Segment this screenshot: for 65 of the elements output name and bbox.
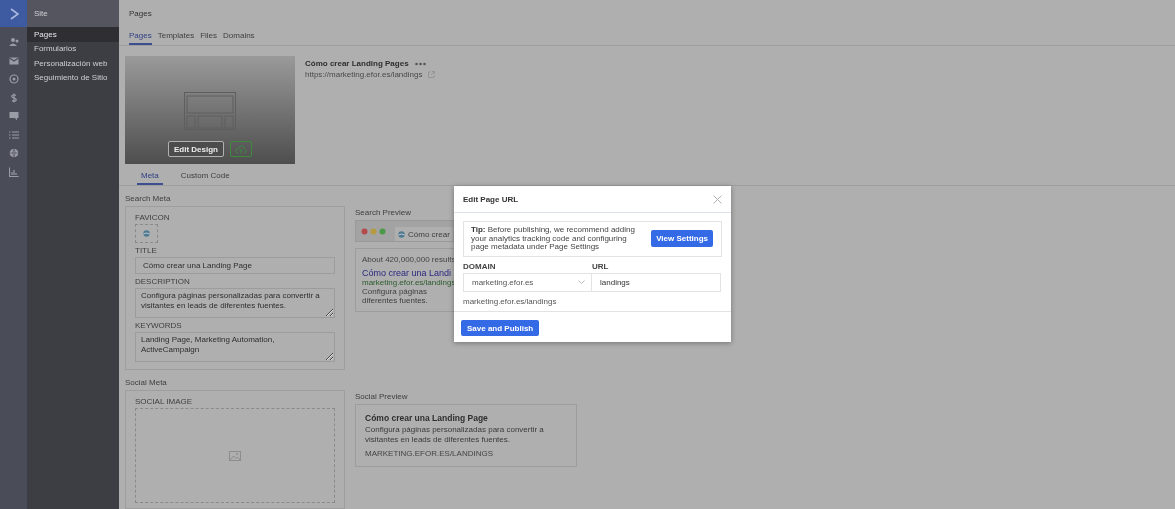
description-field[interactable]: Configura páginas personalizadas para convertir a visitantes en leads de diferentes fuentes.: [135, 288, 335, 318]
keywords-field[interactable]: Landing Page, Marketing Automation, ActiveCampaign: [135, 332, 335, 362]
result-description: diferentes fuentes.: [362, 296, 428, 305]
section-heading: Search Meta: [125, 194, 171, 203]
section-heading: Social Meta: [125, 378, 167, 387]
sidebar-section-title: Site: [27, 0, 119, 27]
domain-select[interactable]: marketing.efor.es: [463, 272, 592, 292]
globe-icon[interactable]: [8, 148, 19, 159]
list-icon[interactable]: [8, 129, 19, 140]
tab[interactable]: Domains: [223, 29, 255, 45]
mail-icon[interactable]: [8, 55, 19, 66]
close-icon[interactable]: [713, 194, 722, 204]
edit-design-button[interactable]: Edit Design: [168, 141, 224, 157]
globe-icon[interactable]: [143, 230, 150, 237]
field-label: FAVICON: [135, 213, 170, 222]
result-description: Configura páginas: [362, 287, 427, 296]
chat-icon[interactable]: [8, 111, 19, 122]
more-icon[interactable]: [414, 61, 426, 66]
publish-button[interactable]: [230, 141, 252, 157]
tip-text: Tip: Before publishing, we recommend adding your analytics tracking code and configuring page metadata under Page Settings: [471, 226, 636, 252]
result-url: marketing.efor.es/landings: [362, 278, 456, 287]
url-field[interactable]: landings: [592, 272, 721, 292]
globe-icon[interactable]: [398, 230, 405, 238]
tab[interactable]: Files: [200, 29, 218, 45]
tab[interactable]: Templates: [157, 29, 195, 45]
result-title: Cómo crear una Landi: [362, 268, 452, 278]
field-label: TITLE: [135, 246, 157, 255]
field-label: DESCRIPTION: [135, 277, 190, 286]
sidebar-item[interactable]: Formularios: [27, 41, 119, 56]
image-icon[interactable]: [229, 450, 241, 461]
page-title: Pages: [129, 8, 152, 20]
field-label: URL: [592, 261, 609, 271]
sidebar-item[interactable]: Seguimiento de Sitio: [27, 70, 119, 85]
tab[interactable]: Pages: [129, 29, 152, 45]
tab-title: Cómo crear: [408, 229, 450, 239]
chevron-down-icon[interactable]: [578, 280, 585, 284]
preview-description: Configura páginas personalizadas para convertir a visitantes en leads de diferentes fuentes.: [365, 425, 545, 445]
logo-icon[interactable]: [8, 7, 19, 20]
field-label: DOMAIN: [463, 261, 496, 271]
sidebar-item[interactable]: Personalización web: [27, 56, 119, 71]
target-icon[interactable]: [8, 74, 19, 85]
favicon-upload[interactable]: [135, 224, 158, 243]
bar-chart-icon[interactable]: [8, 166, 19, 177]
sidebar-item[interactable]: Pages: [27, 27, 119, 42]
external-link-icon[interactable]: [428, 71, 436, 78]
section-heading: Social Preview: [355, 392, 408, 401]
page-url: https://marketing.efor.es/landings: [305, 70, 423, 79]
tab[interactable]: Custom Code: [176, 170, 234, 185]
field-label: KEYWORDS: [135, 321, 182, 330]
tab[interactable]: Meta: [137, 170, 163, 185]
dialog-title: Edit Page URL: [463, 194, 519, 204]
page-name: Cómo crear Landing Pages: [305, 59, 409, 68]
save-and-publish-button[interactable]: Save and Publish: [461, 320, 540, 336]
preview-title: Cómo crear una Landing Page: [365, 413, 488, 423]
contacts-icon[interactable]: [8, 37, 19, 48]
view-settings-button[interactable]: View Settings: [651, 230, 713, 248]
url-preview: marketing.efor.es/landings: [463, 296, 557, 306]
preview-url: MARKETING.EFOR.ES/LANDINGS: [365, 449, 494, 458]
title-field[interactable]: Cómo crear una Landing Page: [135, 257, 335, 274]
section-heading: Search Preview: [355, 208, 412, 217]
image-upload-area[interactable]: [135, 408, 335, 503]
cloud-upload-icon[interactable]: [235, 144, 247, 154]
field-label: SOCIAL IMAGE: [135, 397, 193, 406]
dollar-icon[interactable]: [8, 92, 19, 103]
page-layout-icon[interactable]: [184, 92, 236, 130]
